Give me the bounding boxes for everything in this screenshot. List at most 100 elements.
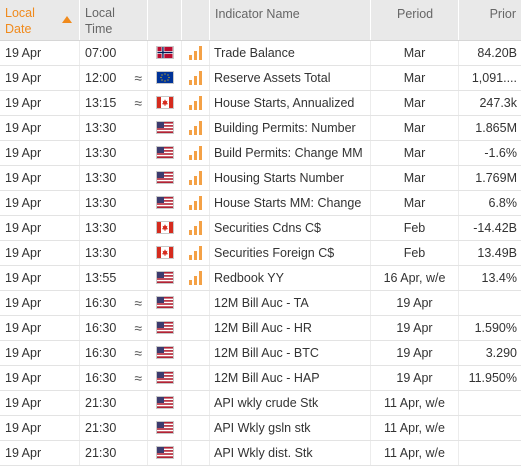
row-indicator-name[interactable]: House Starts, Annualized — [210, 91, 371, 115]
us-flag-icon — [156, 396, 174, 409]
calendar-header: Local Date Local Time Indicator Name Per… — [0, 0, 521, 41]
row-period: 19 Apr — [371, 341, 459, 365]
importance-bar — [194, 101, 197, 110]
sort-ascending-icon[interactable] — [62, 16, 72, 23]
column-header-prior[interactable]: Prior — [459, 0, 521, 40]
us-flag-icon — [156, 196, 174, 209]
row-indicator-name[interactable]: API Wkly dist. Stk — [210, 441, 371, 465]
table-row[interactable]: 19 Apr 13:15 ≈ House Starts, Annualized Mar 2… — [0, 91, 521, 116]
row-period: Mar — [371, 191, 459, 215]
time-value: 12:00 — [85, 71, 117, 85]
importance-bars-icon — [189, 171, 203, 185]
row-importance — [182, 216, 210, 240]
row-indicator-name[interactable]: Build Permits: Change MM — [210, 141, 371, 165]
table-row[interactable]: 19 Apr 21:30 API Wkly gsln stk 11 Apr, w/e — [0, 416, 521, 441]
importance-bars-icon — [189, 246, 203, 260]
table-row[interactable]: 19 Apr 13:30 House Starts MM: Change Mar 6.8… — [0, 191, 521, 216]
time-value: 21:30 — [85, 421, 117, 435]
row-period: Mar — [371, 91, 459, 115]
row-date: 19 Apr — [0, 291, 80, 315]
importance-bar — [199, 96, 202, 110]
row-indicator-name[interactable]: API Wkly gsln stk — [210, 416, 371, 440]
row-time: 16:30 ≈ — [80, 341, 148, 365]
importance-bar — [199, 171, 202, 185]
row-indicator-name[interactable]: 12M Bill Auc - TA — [210, 291, 371, 315]
table-row[interactable]: 19 Apr 21:30 API wkly crude Stk 11 Apr, w/e — [0, 391, 521, 416]
row-indicator-name[interactable]: Redbook YY — [210, 266, 371, 290]
row-indicator-name[interactable]: 12M Bill Auc - HR — [210, 316, 371, 340]
table-row[interactable]: 19 Apr 16:30 ≈12M Bill Auc - BTC 19 Apr 3.29… — [0, 341, 521, 366]
column-header-importance[interactable] — [182, 0, 210, 40]
row-country — [148, 141, 182, 165]
row-date: 19 Apr — [0, 166, 80, 190]
time-value: 07:00 — [85, 46, 117, 60]
time-value: 16:30 — [85, 296, 117, 310]
importance-bar — [189, 55, 192, 60]
importance-bar — [189, 205, 192, 210]
row-indicator-name[interactable]: API wkly crude Stk — [210, 391, 371, 415]
row-indicator-name[interactable]: Trade Balance — [210, 41, 371, 65]
importance-bars-icon — [189, 96, 203, 110]
importance-bar — [194, 201, 197, 210]
table-row[interactable]: 19 Apr 13:30 Securities Cdns C$ Feb -14.42B — [0, 216, 521, 241]
table-row[interactable]: 19 Apr 13:30 Housing Starts Number Mar 1.769… — [0, 166, 521, 191]
importance-bar — [199, 221, 202, 235]
importance-bar — [199, 246, 202, 260]
row-prior: 1.769M — [475, 171, 517, 185]
table-row[interactable]: 19 Apr 13:55 Redbook YY 16 Apr, w/e 13.4% — [0, 266, 521, 291]
row-time: 16:30 ≈ — [80, 291, 148, 315]
us-flag-icon — [156, 171, 174, 184]
local-time-label-line1: Local — [85, 6, 115, 20]
column-header-indicator-name[interactable]: Indicator Name — [210, 0, 371, 40]
importance-bars-icon — [189, 196, 203, 210]
column-header-local-time[interactable]: Local Time — [80, 0, 148, 40]
row-indicator-name[interactable]: Housing Starts Number — [210, 166, 371, 190]
row-date: 19 Apr — [0, 441, 80, 465]
row-indicator-name[interactable]: Building Permits: Number — [210, 116, 371, 140]
importance-bar — [189, 180, 192, 185]
row-date: 19 Apr — [0, 366, 80, 390]
table-row[interactable]: 19 Apr 13:30 Securities Foreign C$ Feb 13.49… — [0, 241, 521, 266]
table-row[interactable]: 19 Apr 13:30 Build Permits: Change MM Mar -1… — [0, 141, 521, 166]
row-period: Mar — [371, 116, 459, 140]
time-value: 21:30 — [85, 446, 117, 460]
column-header-period[interactable]: Period — [371, 0, 459, 40]
table-row[interactable]: 19 Apr 16:30 ≈12M Bill Auc - TA 19 Apr — [0, 291, 521, 316]
importance-bars-icon — [189, 121, 203, 135]
time-value: 13:30 — [85, 246, 117, 260]
column-header-country[interactable] — [148, 0, 182, 40]
us-flag-icon — [156, 146, 174, 159]
table-row[interactable]: 19 Apr 16:30 ≈12M Bill Auc - HR 19 Apr 1.590… — [0, 316, 521, 341]
approximate-time-icon: ≈ — [134, 70, 142, 86]
column-header-local-date[interactable]: Local Date — [0, 0, 80, 40]
row-time: 13:30 — [80, 141, 148, 165]
table-row[interactable]: 19 Apr 07:00 Trade Balance Mar 84.20B — [0, 41, 521, 66]
importance-bar — [199, 146, 202, 160]
row-indicator-name[interactable]: 12M Bill Auc - HAP — [210, 366, 371, 390]
importance-bars-icon — [189, 146, 203, 160]
importance-bar — [189, 130, 192, 135]
row-period: 19 Apr — [371, 291, 459, 315]
row-indicator-name[interactable]: Securities Foreign C$ — [210, 241, 371, 265]
table-row[interactable]: 19 Apr 12:00 ≈ Reserve Assets Total Mar 1,091… — [0, 66, 521, 91]
table-row[interactable]: 19 Apr 16:30 ≈12M Bill Auc - HAP 19 Apr 11.9… — [0, 366, 521, 391]
row-time: 21:30 — [80, 391, 148, 415]
table-row[interactable]: 19 Apr 21:30 API Wkly dist. Stk 11 Apr, w/e — [0, 441, 521, 466]
row-indicator-name[interactable]: House Starts MM: Change — [210, 191, 371, 215]
row-country — [148, 266, 182, 290]
table-row[interactable]: 19 Apr 13:30 Building Permits: Number Mar 1.… — [0, 116, 521, 141]
row-date: 19 Apr — [0, 216, 80, 240]
row-indicator-name[interactable]: Securities Cdns C$ — [210, 216, 371, 240]
row-country — [148, 41, 182, 65]
time-value: 13:30 — [85, 171, 117, 185]
importance-bar — [194, 276, 197, 285]
row-indicator-name[interactable]: Reserve Assets Total — [210, 66, 371, 90]
row-period: Mar — [371, 166, 459, 190]
row-prior: -1.6% — [484, 146, 517, 160]
approximate-time-icon: ≈ — [134, 95, 142, 111]
row-country — [148, 191, 182, 215]
row-time: 07:00 — [80, 41, 148, 65]
time-value: 16:30 — [85, 346, 117, 360]
row-indicator-name[interactable]: 12M Bill Auc - BTC — [210, 341, 371, 365]
row-period: Mar — [371, 66, 459, 90]
